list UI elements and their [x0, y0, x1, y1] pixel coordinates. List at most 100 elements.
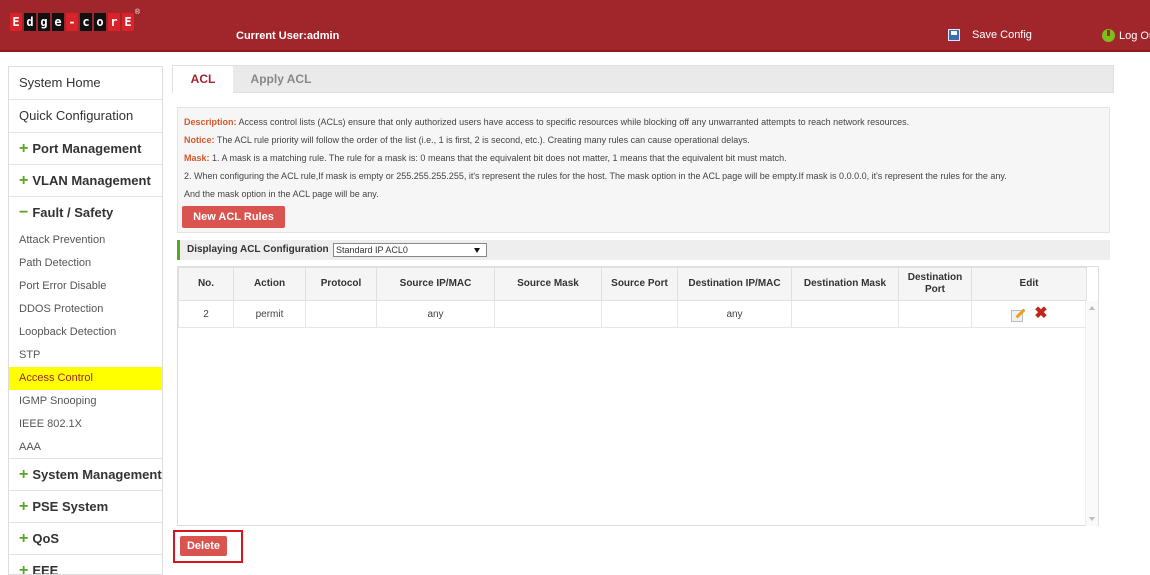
- sidebar-item-ddos-protection[interactable]: DDOS Protection: [9, 298, 162, 321]
- edgecore-logo: E d g e - c o r E ®: [10, 9, 140, 35]
- plus-icon: +: [19, 466, 29, 483]
- tab-acl[interactable]: ACL: [173, 66, 233, 93]
- sidebar-item-quick-configuration[interactable]: Quick Configuration: [9, 100, 162, 133]
- chevron-down-icon: [474, 248, 480, 253]
- logo-letter: o: [94, 13, 106, 31]
- delete-button[interactable]: Delete: [180, 536, 227, 556]
- logout-button[interactable]: Log Ou: [1102, 29, 1150, 42]
- logo-letter: c: [80, 13, 92, 31]
- plus-icon: +: [19, 140, 29, 157]
- column-header: Destination Mask: [791, 267, 899, 301]
- current-user-label: Current User:admin: [236, 30, 340, 42]
- sidebar-item-system-home[interactable]: System Home: [9, 67, 162, 100]
- cell-destination-port: [898, 300, 972, 328]
- mask-rule-line: 2. When configuring the ACL rule,If mask…: [184, 171, 1007, 181]
- new-acl-rules-button[interactable]: New ACL Rules: [182, 206, 285, 228]
- acl-table-container: No. Action Protocol Source IP/MAC Source…: [177, 266, 1099, 526]
- description-label: Description:: [184, 117, 237, 127]
- sidebar-item-access-control[interactable]: Access Control: [9, 367, 162, 390]
- sidebar-group-label: Port Management: [32, 141, 142, 156]
- sidebar-item-stp[interactable]: STP: [9, 344, 162, 367]
- delete-x-icon[interactable]: ✖: [1034, 306, 1047, 322]
- cell-destination-ip: any: [677, 300, 792, 328]
- acl-select[interactable]: Standard IP ACL0: [333, 243, 487, 257]
- save-config-label: Save Config: [972, 29, 1032, 41]
- table-header-row: No. Action Protocol Source IP/MAC Source…: [178, 267, 1087, 301]
- table-row[interactable]: 2 permit any any ✖: [178, 300, 1087, 328]
- floppy-disk-icon: [948, 29, 960, 41]
- sidebar-group-port-management[interactable]: + Port Management: [9, 133, 162, 165]
- save-config-button[interactable]: Save Config: [948, 29, 1032, 41]
- sidebar-item-loopback-detection[interactable]: Loopback Detection: [9, 321, 162, 344]
- scroll-down-icon[interactable]: [1089, 517, 1095, 521]
- notice-label: Notice:: [184, 135, 215, 145]
- description-panel: Description: Access control lists (ACLs)…: [177, 107, 1110, 233]
- cell-destination-mask: [791, 300, 899, 328]
- sidebar-item-path-detection[interactable]: Path Detection: [9, 252, 162, 275]
- acl-display-bar: Displaying ACL Configuration Standard IP…: [177, 240, 1110, 260]
- acl-table: No. Action Protocol Source IP/MAC Source…: [178, 267, 1087, 328]
- display-label: Displaying ACL Configuration: [187, 244, 329, 255]
- top-header: E d g e - c o r E ® Current User:admin S…: [0, 0, 1150, 52]
- notice-line: Notice: The ACL rule priority will follo…: [184, 131, 1103, 149]
- sidebar-group-label: EEE: [32, 563, 59, 575]
- column-header: Edit: [971, 267, 1087, 301]
- mask-line: Mask: 1. A mask is a matching rule. The …: [184, 149, 1103, 167]
- sidebar-group-label: QoS: [32, 531, 60, 546]
- description-line: Description: Access control lists (ACLs)…: [184, 113, 1103, 131]
- plus-icon: +: [19, 530, 29, 547]
- cell-edit: ✖: [971, 300, 1087, 328]
- logo-letter: E: [122, 13, 134, 31]
- sidebar-item-port-error-disable[interactable]: Port Error Disable: [9, 275, 162, 298]
- plus-icon: +: [19, 172, 29, 189]
- cell-source-mask: [494, 300, 602, 328]
- sidebar-item-aaa[interactable]: AAA: [9, 436, 162, 459]
- acl-select-value: Standard IP ACL0: [336, 245, 408, 255]
- notice-text: The ACL rule priority will follow the or…: [214, 135, 750, 145]
- sidebar-group-fault-safety[interactable]: − Fault / Safety: [9, 197, 162, 229]
- logo-letter: e: [52, 13, 64, 31]
- column-header: Source Port: [601, 267, 678, 301]
- column-header: Action: [233, 267, 306, 301]
- tab-apply-acl[interactable]: Apply ACL: [233, 66, 329, 93]
- plus-icon: +: [19, 498, 29, 515]
- minus-icon: −: [19, 204, 29, 221]
- cell-no: 2: [178, 300, 234, 328]
- mask-text: 1. A mask is a matching rule. The rule f…: [209, 153, 787, 163]
- scroll-up-icon[interactable]: [1089, 306, 1095, 310]
- description-text: Access control lists (ACLs) ensure that …: [236, 117, 910, 127]
- cell-source-port: [601, 300, 678, 328]
- sidebar-item-igmp-snooping[interactable]: IGMP Snooping: [9, 390, 162, 413]
- column-header: Source Mask: [494, 267, 602, 301]
- cell-action: permit: [233, 300, 306, 328]
- sidebar-group-label: Fault / Safety: [32, 205, 114, 220]
- logo-letter: r: [108, 13, 120, 31]
- sidebar-group-label: VLAN Management: [32, 173, 151, 188]
- sidebar-group-label: PSE System: [32, 499, 109, 514]
- tab-bar: ACL Apply ACL: [172, 65, 1114, 93]
- sidebar-group-label: System Management: [32, 467, 162, 482]
- mask-label: Mask:: [184, 153, 210, 163]
- power-icon: [1102, 29, 1115, 42]
- plus-icon: +: [19, 562, 29, 575]
- mask-rule-line-cont: And the mask option in the ACL page will…: [184, 189, 379, 199]
- sidebar-nav: System Home Quick Configuration + Port Ma…: [8, 66, 163, 575]
- logo-letter: d: [24, 13, 36, 31]
- cell-source-ip: any: [376, 300, 495, 328]
- cell-protocol: [305, 300, 377, 328]
- column-header: Protocol: [305, 267, 377, 301]
- sidebar-group-pse-system[interactable]: + PSE System: [9, 491, 162, 523]
- column-header: Source IP/MAC: [376, 267, 495, 301]
- sidebar-group-qos[interactable]: + QoS: [9, 523, 162, 555]
- sidebar-group-system-management[interactable]: + System Management: [9, 459, 162, 491]
- logo-letter: g: [38, 13, 50, 31]
- logo-letter: E: [10, 13, 22, 31]
- sidebar-item-ieee-8021x[interactable]: IEEE 802.1X: [9, 413, 162, 436]
- edit-pencil-icon[interactable]: [1010, 307, 1024, 322]
- column-header: No.: [178, 267, 234, 301]
- sidebar-group-vlan-management[interactable]: + VLAN Management: [9, 165, 162, 197]
- sidebar-group-eee[interactable]: + EEE: [9, 555, 162, 575]
- table-scrollbar[interactable]: [1085, 301, 1098, 526]
- column-header: Destination IP/MAC: [677, 267, 792, 301]
- sidebar-item-attack-prevention[interactable]: Attack Prevention: [9, 229, 162, 252]
